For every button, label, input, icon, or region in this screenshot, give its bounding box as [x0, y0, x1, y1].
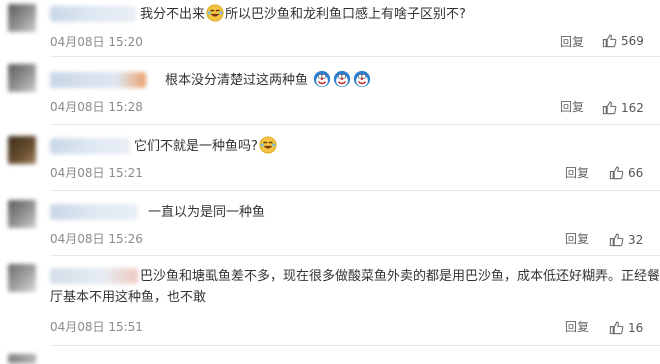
username-blurred[interactable]: [50, 204, 138, 220]
comment-time: 04月08日 15:20: [50, 35, 143, 49]
avatar[interactable]: [8, 4, 36, 32]
comment-text-line2: 厅基本不用这种鱼，也不敢: [50, 290, 207, 305]
like-button[interactable]: 16: [609, 320, 643, 335]
like-button[interactable]: 162: [602, 100, 644, 115]
reply-button[interactable]: 回复: [565, 164, 589, 181]
doraemon-emoji: [334, 70, 351, 88]
like-count: 162: [621, 100, 644, 115]
comment-time: 04月08日 15:51: [50, 320, 143, 334]
divider: [50, 345, 660, 346]
thumbs-up-icon: [602, 34, 617, 48]
divider: [50, 255, 660, 256]
username-blurred[interactable]: [50, 72, 146, 88]
reply-button[interactable]: 回复: [565, 318, 589, 335]
laughing-tears-emoji: [259, 136, 277, 154]
avatar[interactable]: [8, 264, 36, 292]
doraemon-emoji: [354, 70, 371, 88]
doraemon-emoji: [314, 70, 331, 88]
thumbs-up-icon: [602, 101, 617, 115]
username-blurred[interactable]: [50, 268, 138, 284]
like-count: 32: [628, 232, 644, 247]
like-button[interactable]: 569: [602, 33, 644, 48]
like-count: 569: [621, 33, 644, 48]
avatar[interactable]: [8, 200, 36, 228]
username-blurred[interactable]: [50, 6, 136, 22]
reply-button[interactable]: 回复: [560, 33, 584, 50]
avatar[interactable]: [8, 354, 36, 364]
divider: [50, 190, 660, 191]
divider: [50, 124, 660, 125]
comment-text: 根本没分清楚过这两种鱼: [165, 70, 372, 92]
laughing-tears-emoji: [206, 4, 224, 22]
thumbs-up-icon: [609, 166, 624, 180]
thumbs-up-icon: [609, 233, 624, 247]
like-count: 66: [628, 165, 644, 180]
comment-text: 一直以为是同一种鱼: [148, 205, 266, 220]
username-blurred[interactable]: [50, 138, 130, 154]
comment-time: 04月08日 15:21: [50, 166, 143, 180]
thumbs-up-icon: [609, 321, 624, 335]
avatar[interactable]: [8, 136, 36, 164]
reply-button[interactable]: 回复: [565, 230, 589, 247]
comment-time: 04月08日 15:26: [50, 232, 143, 246]
comment-text: 它们不就是一种鱼吗?: [134, 136, 278, 158]
reply-button[interactable]: 回复: [560, 98, 584, 115]
avatar[interactable]: [8, 64, 36, 92]
like-count: 16: [628, 320, 644, 335]
like-button[interactable]: 32: [609, 232, 643, 247]
comment-time: 04月08日 15:28: [50, 100, 143, 114]
comment-text: 我分不出来 所以巴沙鱼和龙利鱼口感上有啥子区别不?: [140, 4, 466, 26]
comment-text: 巴沙鱼和塘虱鱼差不多，现在很多做酸菜鱼外卖的都是用巴沙鱼，成本低还好糊弄。正经餐: [140, 269, 660, 284]
divider: [50, 56, 660, 57]
like-button[interactable]: 66: [609, 165, 643, 180]
